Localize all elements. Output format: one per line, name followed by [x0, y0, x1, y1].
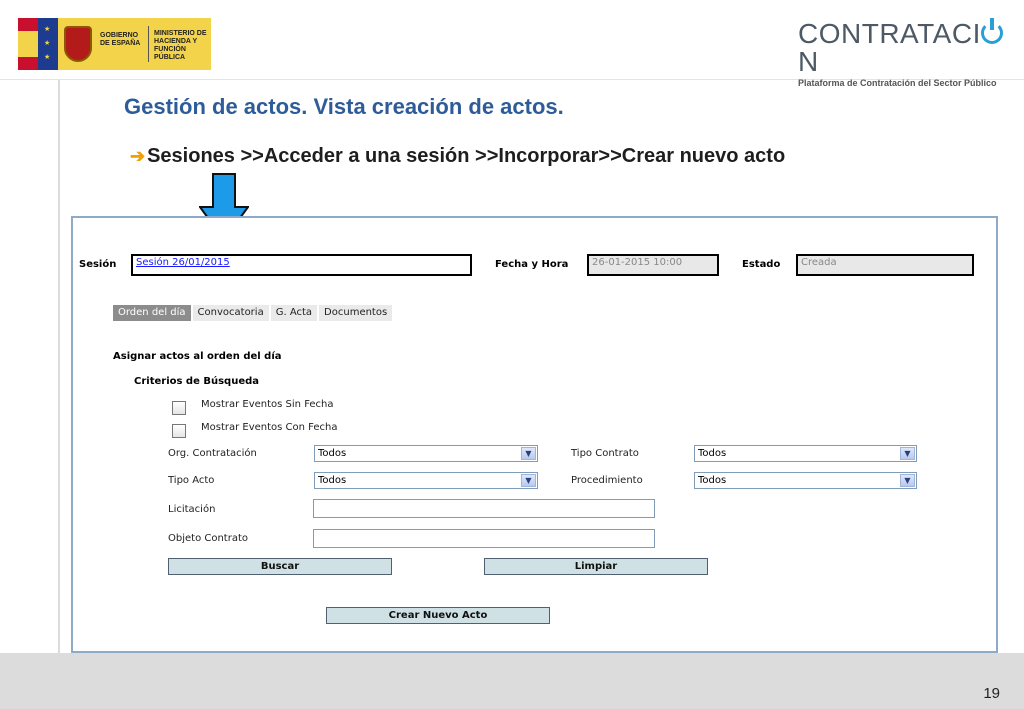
brand-name: CONTRATACI: [798, 18, 981, 49]
gov-line2: MINISTERIO DE HACIENDA Y FUNCIÓN PÚBLICA: [154, 30, 207, 61]
coat-of-arms-icon: [64, 26, 92, 62]
arrow-bullet-icon: ➔: [130, 146, 146, 166]
brand-name-end: N: [798, 46, 819, 77]
procedimiento-value: Todos: [698, 475, 727, 486]
tipo-acto-label: Tipo Acto: [168, 475, 215, 486]
session-field[interactable]: Sesión 26/01/2015: [131, 254, 472, 276]
chevron-down-icon[interactable]: ▼: [521, 474, 536, 487]
session-panel: Sesión Sesión 26/01/2015 Fecha y Hora 26…: [71, 216, 998, 653]
slide-title: Gestión de actos. Vista creación de acto…: [124, 94, 564, 119]
status-field: Creada: [796, 254, 974, 276]
page-number: 19: [983, 685, 1000, 702]
spain-flag-icon: [18, 18, 38, 70]
org-label: Org. Contratación: [168, 448, 257, 459]
org-select-value: Todos: [318, 448, 347, 459]
tipo-contrato-label: Tipo Contrato: [571, 448, 639, 459]
section-title: Asignar actos al orden del día: [113, 351, 282, 362]
navigation-path-text: Sesiones >>Acceder a una sesión >>Incorp…: [147, 145, 786, 167]
tab-convocatoria[interactable]: Convocatoria: [192, 305, 269, 321]
left-rule: [58, 80, 60, 653]
power-icon: [980, 18, 1003, 44]
tipo-acto-value: Todos: [318, 475, 347, 486]
slide-footer: 19: [0, 653, 1024, 709]
eu-stars-icon: ★ ★ ★: [38, 18, 58, 70]
org-select[interactable]: Todos ▼: [314, 445, 538, 462]
objeto-label: Objeto Contrato: [168, 533, 249, 544]
contratacion-logo: CONTRATACIN Plataforma de Contratación d…: [798, 18, 1006, 88]
crear-nuevo-acto-button[interactable]: Crear Nuevo Acto: [326, 607, 550, 624]
chevron-down-icon[interactable]: ▼: [521, 447, 536, 460]
licitacion-input[interactable]: [313, 499, 655, 518]
session-link[interactable]: Sesión 26/01/2015: [136, 257, 230, 268]
procedimiento-label: Procedimiento: [571, 475, 643, 486]
government-logo: ★ ★ ★ GOBIERNO DE ESPAÑA MINISTERIO DE HAC…: [18, 18, 211, 70]
limpiar-button[interactable]: Limpiar: [484, 558, 708, 575]
gov-line1: GOBIERNO DE ESPAÑA: [100, 32, 141, 47]
datetime-label: Fecha y Hora: [495, 259, 569, 270]
checkbox-sin-fecha-label: Mostrar Eventos Sin Fecha: [201, 399, 334, 410]
objeto-input[interactable]: [313, 529, 655, 548]
datetime-field: 26-01-2015 10:00: [587, 254, 719, 276]
chevron-down-icon[interactable]: ▼: [900, 447, 915, 460]
session-tabs: Orden del día Convocatoria G. Acta Docum…: [113, 305, 393, 321]
licitacion-label: Licitación: [168, 504, 216, 515]
status-label: Estado: [742, 259, 781, 270]
navigation-path: ➔ Sesiones >>Acceder a una sesión >>Incor…: [130, 145, 785, 168]
procedimiento-select[interactable]: Todos ▼: [694, 472, 917, 489]
tipo-contrato-select[interactable]: Todos ▼: [694, 445, 917, 462]
session-label: Sesión: [79, 259, 117, 270]
buscar-button[interactable]: Buscar: [168, 558, 392, 575]
slide-header: ★ ★ ★ GOBIERNO DE ESPAÑA MINISTERIO DE HAC…: [0, 0, 1024, 88]
checkbox-con-fecha-label: Mostrar Eventos Con Fecha: [201, 422, 338, 433]
tab-documentos[interactable]: Documentos: [319, 305, 393, 321]
tipo-acto-select[interactable]: Todos ▼: [314, 472, 538, 489]
criteria-title: Criterios de Búsqueda: [134, 376, 260, 387]
tab-orden-del-dia[interactable]: Orden del día: [113, 305, 191, 321]
tipo-contrato-value: Todos: [698, 448, 727, 459]
checkbox-con-fecha[interactable]: [172, 424, 186, 438]
chevron-down-icon[interactable]: ▼: [900, 474, 915, 487]
brand-subtitle: Plataforma de Contratación del Sector Pú…: [798, 78, 997, 88]
checkbox-sin-fecha[interactable]: [172, 401, 186, 415]
tab-g-acta[interactable]: G. Acta: [270, 305, 318, 321]
